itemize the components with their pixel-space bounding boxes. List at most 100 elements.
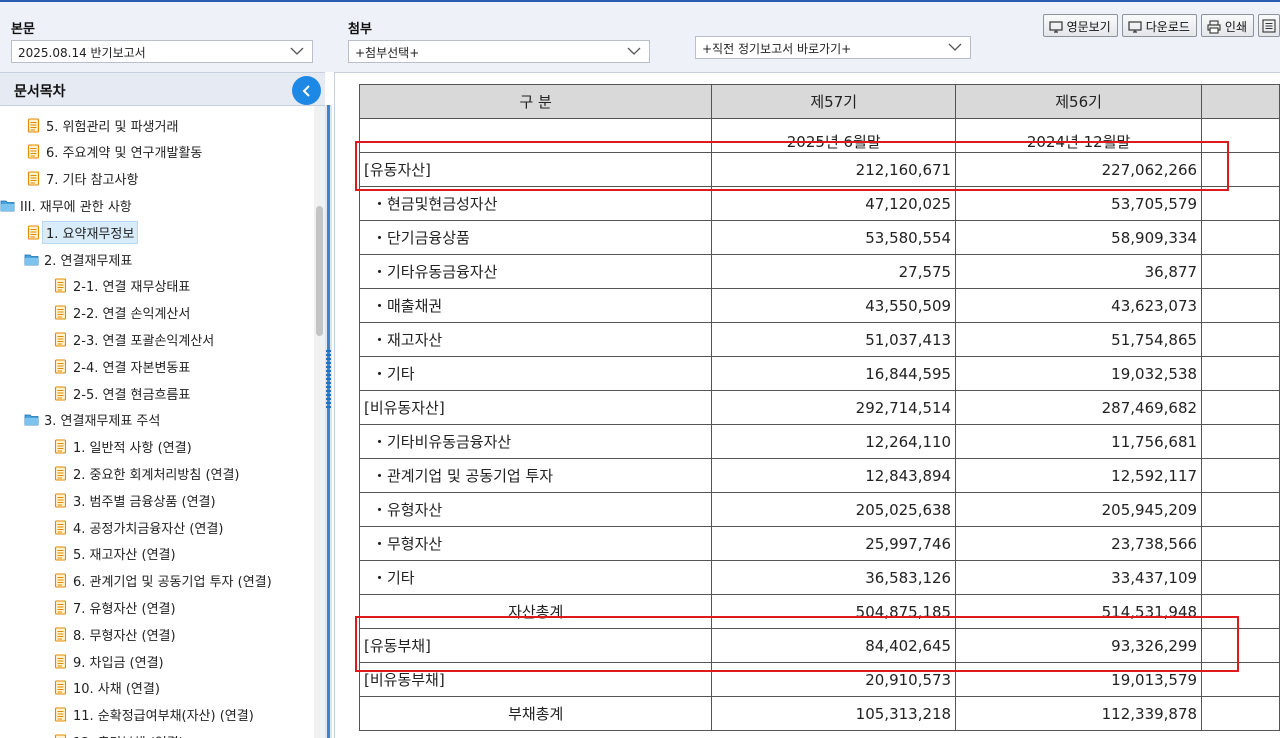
value-period2: 33,437,109 (955, 560, 1203, 595)
toc-item[interactable]: 12. 충당부채 (연결) (53, 730, 184, 738)
toc-item-label: 8. 무형자산 (연결) (73, 628, 176, 644)
row-label: ・기타 (358, 356, 713, 391)
toc-item-label: 2-5. 연결 현금흐름표 (73, 387, 191, 403)
document-icon (54, 332, 67, 347)
row-label: ・매출채권 (358, 288, 713, 323)
toc-item[interactable]: 2-2. 연결 손익계산서 (53, 302, 190, 324)
splitter-grip[interactable] (326, 350, 331, 410)
table-row: ・유형자산 205,025,638 205,945,209 (358, 492, 1280, 527)
toc-item[interactable]: III. 재무에 관한 사항 (0, 194, 132, 216)
table-row: ・관계기업 및 공동기업 투자 12,843,894 12,592,117 (358, 458, 1280, 493)
toc-item-label: 12. 충당부채 (연결) (73, 732, 184, 738)
value-period2: 11,756,681 (955, 424, 1203, 459)
scrollbar-thumb[interactable] (316, 206, 323, 336)
toc-item[interactable]: 2. 연결재무제표 (24, 248, 132, 270)
row-label: ・현금및현금성자산 (358, 186, 713, 221)
toc-item[interactable]: 7. 기타 참고사항 (26, 168, 138, 190)
toc-item[interactable]: 2-5. 연결 현금흐름표 (53, 382, 190, 404)
toc-item[interactable]: 2-4. 연결 자본변동표 (53, 355, 190, 377)
toc-scrollbar[interactable] (314, 106, 325, 738)
chevron-down-icon (627, 47, 641, 55)
document-icon (54, 278, 67, 293)
collapse-sidebar-button[interactable] (292, 76, 321, 105)
toc-item-label: 2-1. 연결 재무상태표 (73, 280, 191, 296)
value-extra (1201, 356, 1280, 391)
date-extra (1201, 118, 1280, 153)
toc-item[interactable]: 8. 무형자산 (연결) (53, 623, 176, 645)
toc-item[interactable]: 6. 관계기업 및 공동기업 투자 (연결) (53, 570, 272, 592)
value-extra (1201, 152, 1280, 187)
prev-report-select[interactable]: +직전 정기보고서 바로가기+ (695, 36, 971, 59)
toc-sidebar: 문서목차 5. 위험관리 및 파생거래 6. 주요계약 및 연구개발활동 7. 기타… (0, 72, 325, 738)
date-period1: 2025년 6월말 (711, 118, 957, 153)
value-extra (1201, 254, 1280, 289)
table-row: [유동부채] 84,402,645 93,326,299 (358, 628, 1280, 663)
toc-item-label: 6. 관계기업 및 공동기업 투자 (연결) (73, 575, 272, 591)
toc-item[interactable]: 1. 요약재무정보 (26, 220, 139, 244)
toc-tree: 5. 위험관리 및 파생거래 6. 주요계약 및 연구개발활동 7. 기타 참고사항… (0, 110, 314, 738)
toc-item[interactable]: 5. 위험관리 및 파생거래 (26, 114, 178, 136)
document-icon (54, 466, 67, 481)
report-header: 본문 2025.08.14 반기보고서 첨부 +첨부선택+ +직전 정기보고서 … (0, 0, 1280, 72)
row-label: ・무형자산 (358, 526, 713, 561)
monitor-icon (1128, 20, 1142, 33)
toc-item[interactable]: 7. 유형자산 (연결) (53, 596, 176, 618)
financial-summary-table: 구 분 제57기 제56기 2025년 6월말 2024년 12월말 [유동자산… (358, 84, 1280, 731)
print-button[interactable]: 인쇄 (1200, 14, 1254, 37)
value-extra (1201, 696, 1280, 731)
table-row: 자산총계 504,875,185 514,531,948 (358, 594, 1280, 629)
toc-item[interactable]: 2-1. 연결 재무상태표 (53, 275, 190, 297)
toc-item[interactable]: 3. 연결재무제표 주석 (24, 409, 160, 431)
toc-item[interactable]: 10. 사채 (연결) (53, 677, 160, 699)
value-period1: 25,997,746 (711, 526, 957, 561)
row-label: 자산총계 (358, 594, 713, 629)
value-extra (1201, 662, 1280, 697)
folder-open-icon (24, 414, 39, 426)
download-button[interactable]: 다운로드 (1121, 14, 1197, 37)
document-icon (54, 573, 67, 588)
pane-splitter[interactable] (325, 105, 332, 738)
value-extra (1201, 220, 1280, 255)
toc-item[interactable]: 3. 범주별 금융상품 (연결) (53, 489, 216, 511)
toc-item-label: III. 재무에 관한 사항 (20, 199, 132, 215)
toc-item[interactable]: 6. 주요계약 및 연구개발활동 (26, 141, 202, 163)
toc-item-label: 10. 사채 (연결) (73, 682, 160, 698)
row-label: ・유형자산 (358, 492, 713, 527)
row-label: ・단기금융상품 (358, 220, 713, 255)
row-label: [유동자산] (358, 152, 713, 187)
document-icon (27, 117, 40, 133)
document-icon (54, 385, 67, 401)
value-extra (1201, 594, 1280, 629)
toolbar: 영문보기 다운로드 인쇄 (1042, 14, 1280, 37)
value-period1: 16,844,595 (711, 356, 957, 391)
toc-item[interactable]: 9. 차입금 (연결) (53, 650, 164, 672)
value-period2: 93,326,299 (955, 628, 1203, 663)
main-doc-select[interactable]: 2025.08.14 반기보고서 (11, 40, 313, 63)
menu-button[interactable] (1258, 14, 1280, 37)
table-row: [비유동자산] 292,714,514 287,469,682 (358, 390, 1280, 425)
table-row: [유동자산] 212,160,671 227,062,266 (358, 152, 1280, 187)
toc-header: 문서목차 (0, 72, 325, 106)
toc-item[interactable]: 5. 재고자산 (연결) (53, 543, 176, 565)
value-period2: 58,909,334 (955, 220, 1203, 255)
row-label: ・재고자산 (358, 322, 713, 357)
toc-item[interactable]: 11. 순확정급여부채(자산) (연결) (53, 704, 254, 726)
row-label: ・기타 (358, 560, 713, 595)
document-icon (54, 707, 67, 722)
document-icon (54, 493, 67, 508)
toc-item[interactable]: 2. 중요한 회계처리방침 (연결) (53, 462, 240, 484)
splitter-bar (327, 105, 330, 738)
value-extra (1201, 526, 1280, 561)
value-extra (1201, 322, 1280, 357)
chevron-left-icon (302, 84, 310, 97)
toc-item[interactable]: 2-3. 연결 포괄손익계산서 (53, 328, 214, 350)
attach-select[interactable]: +첨부선택+ (348, 40, 650, 63)
document-icon (54, 519, 67, 535)
col-header-extra (1201, 84, 1280, 119)
toc-item-label: 4. 공정가치금융자산 (연결) (73, 521, 224, 537)
table-row: ・재고자산 51,037,413 51,754,865 (358, 322, 1280, 357)
toc-item[interactable]: 1. 일반적 사항 (연결) (53, 436, 192, 458)
english-view-button[interactable]: 영문보기 (1042, 14, 1118, 37)
value-period1: 53,580,554 (711, 220, 957, 255)
toc-item[interactable]: 4. 공정가치금융자산 (연결) (53, 516, 223, 538)
